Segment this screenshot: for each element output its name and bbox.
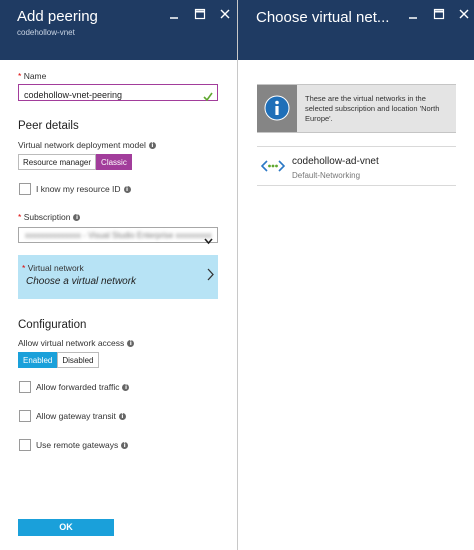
required-marker: * [18,71,22,81]
deployment-model-label-text: Virtual network deployment model [18,140,146,150]
minimize-icon[interactable] [168,8,180,20]
blade-title: Choose virtual net... [256,9,390,26]
classic-option[interactable]: Classic [96,154,132,170]
info-message: These are the virtual networks in the se… [257,84,456,133]
virtual-network-label-text: Virtual network [27,263,84,273]
maximize-icon[interactable] [194,8,206,20]
choose-virtual-network-selector[interactable]: * Virtual network Choose a virtual netwo… [18,255,218,299]
maximize-icon[interactable] [433,8,445,20]
blade-title: Add peering [17,8,98,25]
allow-gateway-text: Allow gateway transit [36,411,116,421]
allow-forwarded-checkbox[interactable] [19,381,31,393]
disabled-option[interactable]: Disabled [57,352,99,368]
info-icon[interactable]: i [121,442,129,449]
info-icon-tile [257,85,297,132]
name-label-text: Name [23,71,47,81]
resource-manager-option[interactable]: Resource manager [18,154,97,170]
allow-forwarded-label: Allow forwarded traffic i [36,382,130,392]
chevron-right-icon [207,268,214,286]
close-icon[interactable] [458,8,470,20]
deployment-model-toggle: Resource manager Classic [18,154,132,170]
valid-check-icon [203,88,213,106]
chevron-down-icon [204,232,213,250]
virtual-network-placeholder: Choose a virtual network [26,276,137,287]
ok-button[interactable]: OK [18,519,114,536]
subscription-value: xxxxxxxxxxxxxx - Visual Studio Enterpris… [25,231,212,240]
allow-gateway-checkbox[interactable] [19,410,31,422]
configuration-heading: Configuration [18,319,87,331]
subscription-label-text: Subscription [23,212,71,222]
vnet-resource-group: Default-Networking [292,171,361,180]
use-remote-checkbox[interactable] [19,439,31,451]
name-input[interactable] [19,87,194,103]
allow-forwarded-text: Allow forwarded traffic [36,382,120,392]
use-remote-text: Use remote gateways [36,440,119,450]
allow-access-label-text: Allow virtual network access [18,338,125,348]
know-resource-id-label: I know my resource ID i [36,184,131,194]
know-resource-id-checkbox[interactable] [19,183,31,195]
required-marker: * [22,263,26,273]
info-icon[interactable]: i [123,186,131,193]
name-input-box[interactable] [18,84,218,103]
use-remote-label: Use remote gateways i [36,440,129,450]
enabled-option[interactable]: Enabled [18,352,58,368]
minimize-icon[interactable] [407,8,419,20]
virtual-network-icon [260,159,286,178]
allow-access-label: Allow virtual network access i [18,338,135,348]
deployment-model-label: Virtual network deployment model i [18,140,156,150]
info-icon[interactable]: i [73,214,81,221]
choose-vnet-header: Choose virtual net... [238,0,474,60]
subscription-label: * Subscription i [18,212,81,222]
know-resource-id-text: I know my resource ID [36,184,121,194]
subscription-select[interactable]: xxxxxxxxxxxxxx - Visual Studio Enterpris… [18,227,218,245]
name-label: * Name [18,71,46,81]
blade-subtitle: codehollow-vnet [17,28,75,37]
info-icon[interactable]: i [118,413,126,420]
info-icon[interactable]: i [148,142,156,149]
info-circle-icon [264,95,290,121]
peer-details-heading: Peer details [18,120,79,132]
allow-gateway-label: Allow gateway transit i [36,411,126,421]
vnet-list-item[interactable]: codehollow-ad-vnet Default-Networking [257,146,456,186]
close-icon[interactable] [219,8,231,20]
choose-virtual-network-blade: Choose virtual net... [238,0,474,550]
access-toggle: Enabled Disabled [18,352,99,368]
add-peering-form [0,60,237,550]
add-peering-header: Add peering codehollow-vnet [0,0,237,60]
info-icon[interactable]: i [122,384,130,391]
required-marker: * [18,212,22,222]
virtual-network-label: * Virtual network [22,263,84,273]
info-icon[interactable]: i [127,340,135,347]
vnet-name: codehollow-ad-vnet [292,156,379,167]
info-message-text: These are the virtual networks in the se… [305,94,440,123]
